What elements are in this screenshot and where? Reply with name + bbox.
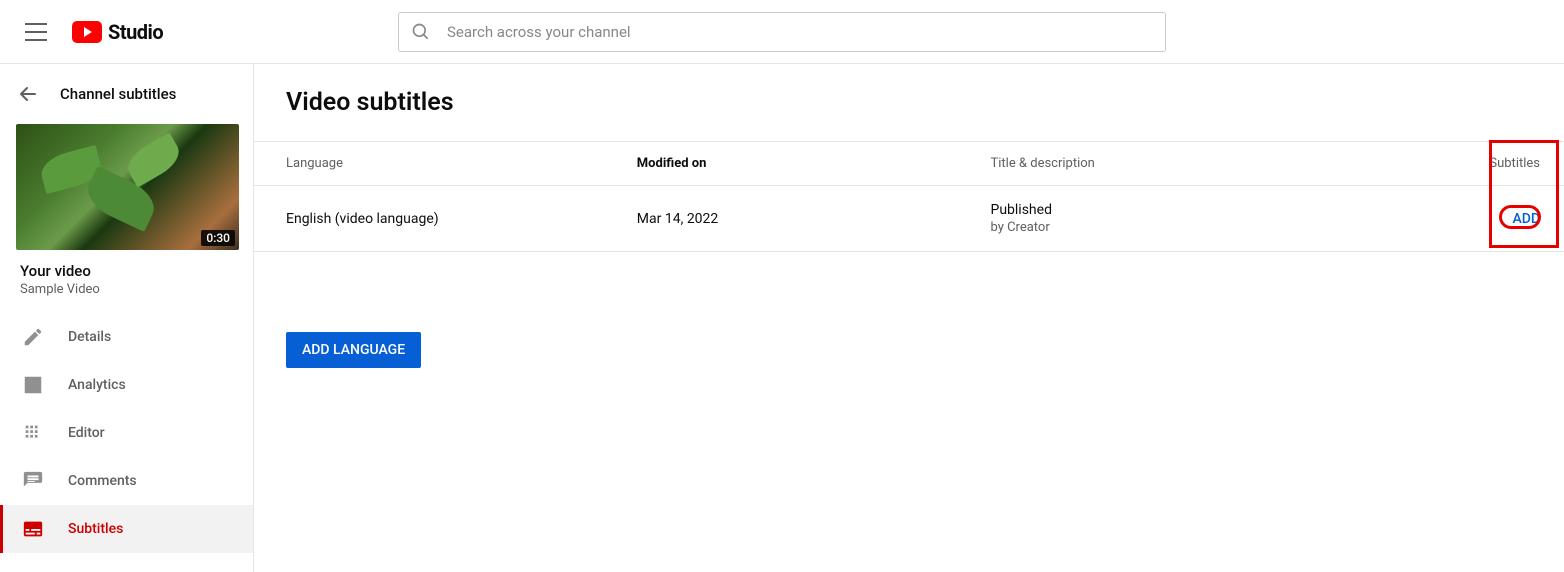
annotation-highlight-rect — [1489, 140, 1559, 248]
video-thumbnail[interactable]: 0:30 — [16, 124, 239, 250]
subtitles-table: Language Modified on Title & description… — [254, 141, 1564, 252]
annotation-highlight-ring — [1499, 205, 1541, 229]
hamburger-icon — [25, 23, 47, 41]
cell-language: English (video language) — [254, 186, 621, 252]
col-title-desc[interactable]: Title & description — [974, 142, 1328, 186]
cell-modified: Mar 14, 2022 — [621, 186, 975, 252]
sidebar-item-details[interactable]: Details — [0, 313, 253, 361]
topbar: Studio — [0, 0, 1564, 64]
arrow-left-icon — [16, 82, 40, 106]
nav-label: Analytics — [68, 377, 126, 393]
nav-label: Details — [68, 329, 111, 345]
page-title: Video subtitles — [254, 88, 1564, 141]
sidebar-item-subtitles[interactable]: Subtitles — [0, 505, 253, 553]
col-language[interactable]: Language — [254, 142, 621, 186]
video-title: Sample Video — [20, 282, 233, 297]
pencil-icon — [22, 326, 44, 348]
add-language-button[interactable]: ADD LANGUAGE — [286, 332, 421, 368]
search-icon — [411, 22, 431, 42]
col-modified[interactable]: Modified on — [621, 142, 975, 186]
subtitles-icon — [22, 518, 44, 540]
video-duration: 0:30 — [201, 230, 235, 246]
sidebar-item-analytics[interactable]: Analytics — [0, 361, 253, 409]
your-video-label: Your video — [20, 262, 233, 280]
sidebar-item-comments[interactable]: Comments — [0, 457, 253, 505]
analytics-icon — [22, 374, 44, 396]
comments-icon — [22, 470, 44, 492]
menu-button[interactable] — [16, 12, 56, 52]
logo-text: Studio — [108, 20, 163, 44]
nav-label: Subtitles — [68, 521, 123, 537]
search-input[interactable] — [447, 23, 1153, 41]
sidebar: Channel subtitles 0:30 Your video Sample… — [0, 64, 254, 572]
search-box[interactable] — [398, 12, 1166, 52]
main-content: Video subtitles Language Modified on Tit… — [254, 64, 1564, 572]
logo[interactable]: Studio — [72, 20, 163, 44]
status-text: Published — [990, 202, 1312, 218]
cell-status: Published by Creator — [974, 186, 1328, 252]
status-by: by Creator — [990, 220, 1312, 235]
sidebar-item-editor[interactable]: Editor — [0, 409, 253, 457]
youtube-icon — [72, 21, 102, 43]
table-row[interactable]: English (video language) Mar 14, 2022 Pu… — [254, 186, 1564, 252]
editor-icon — [22, 422, 44, 444]
back-label: Channel subtitles — [60, 85, 176, 103]
back-button[interactable]: Channel subtitles — [0, 72, 253, 116]
nav-label: Editor — [68, 425, 105, 441]
nav-label: Comments — [68, 473, 137, 489]
